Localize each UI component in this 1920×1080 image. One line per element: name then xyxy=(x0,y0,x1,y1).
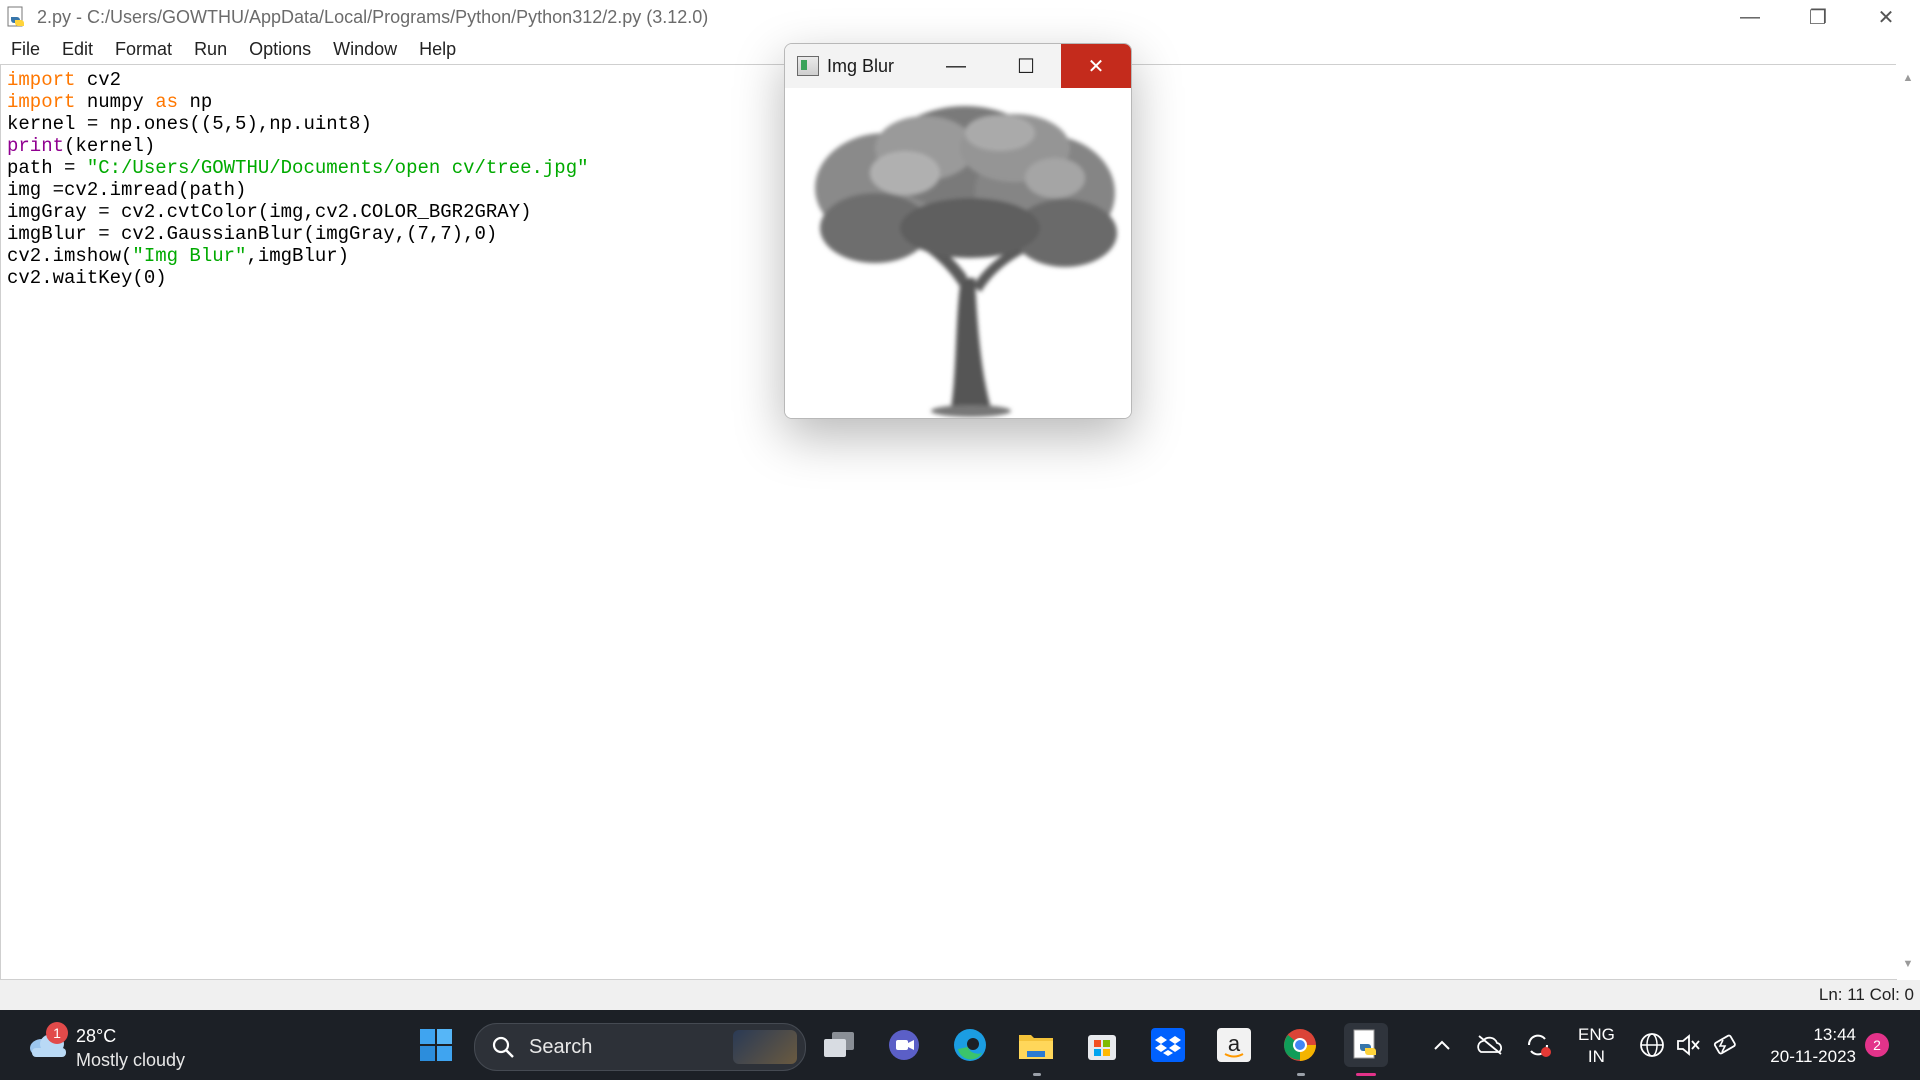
search-icon xyxy=(491,1035,515,1064)
notification-badge[interactable]: 2 xyxy=(1865,1033,1889,1057)
code-token: path = xyxy=(7,157,87,179)
clock-time: 13:44 xyxy=(1813,1025,1856,1044)
menu-options[interactable]: Options xyxy=(238,39,322,60)
start-icon[interactable] xyxy=(414,1023,458,1067)
vertical-scrollbar[interactable]: ▲ ▼ xyxy=(1896,64,1920,978)
region-code: IN xyxy=(1587,1047,1605,1066)
code-token: np xyxy=(178,91,213,113)
string-literal: "C:/Users/GOWTHU/Documents/open cv/tree.… xyxy=(86,157,589,179)
blurred-tree-image xyxy=(785,88,1131,418)
code-line: imgBlur = cv2.GaussianBlur(imgGray,(7,7)… xyxy=(7,223,498,245)
popup-maximize-button[interactable]: ☐ xyxy=(991,44,1061,88)
code-text[interactable]: import cv2 import numpy as np kernel = n… xyxy=(7,69,589,289)
scroll-down-icon[interactable]: ▼ xyxy=(1902,958,1914,970)
code-token: ,imgBlur) xyxy=(246,245,350,267)
taskbar-search[interactable]: Search xyxy=(474,1023,806,1071)
taskbar: 1 28°C Mostly cloudy Search a ENG IN 13:… xyxy=(0,1010,1920,1080)
code-token: numpy xyxy=(75,91,156,113)
status-bar: Ln: 11 Col: 0 xyxy=(0,980,1920,1010)
onedrive-icon[interactable] xyxy=(1468,1023,1512,1067)
popup-titlebar[interactable]: Img Blur — ☐ ✕ xyxy=(785,44,1131,88)
menu-run[interactable]: Run xyxy=(183,39,238,60)
python-idle-icon[interactable] xyxy=(1344,1023,1388,1067)
active-indicator xyxy=(1356,1073,1376,1076)
language-indicator[interactable]: ENG IN xyxy=(1578,1024,1615,1068)
code-token: cv2.imshow( xyxy=(7,245,133,267)
code-token: (kernel) xyxy=(64,135,156,157)
restore-button[interactable]: ❐ xyxy=(1784,0,1852,34)
window-app-icon xyxy=(797,56,819,76)
code-token: cv2 xyxy=(75,69,122,91)
menu-help[interactable]: Help xyxy=(408,39,467,60)
code-line: imgGray = cv2.cvtColor(img,cv2.COLOR_BGR… xyxy=(7,201,532,223)
keyword: as xyxy=(155,91,179,113)
edge-icon[interactable] xyxy=(948,1023,992,1067)
img-blur-window[interactable]: Img Blur — ☐ ✕ xyxy=(784,43,1132,419)
search-highlight-image xyxy=(733,1030,797,1064)
chevron-up-icon[interactable] xyxy=(1420,1023,1464,1067)
popup-close-button[interactable]: ✕ xyxy=(1061,44,1131,88)
window-title: 2.py - C:/Users/GOWTHU/AppData/Local/Pro… xyxy=(37,6,709,27)
minimize-button[interactable]: — xyxy=(1716,0,1784,34)
running-indicator xyxy=(1033,1073,1041,1076)
search-label: Search xyxy=(529,1036,593,1058)
weather-temp: 28°C xyxy=(76,1026,117,1046)
menu-edit[interactable]: Edit xyxy=(51,39,104,60)
store-icon[interactable] xyxy=(1080,1023,1124,1067)
file-explorer-icon[interactable] xyxy=(1014,1023,1058,1067)
clock-date: 20-11-2023 xyxy=(1770,1047,1856,1066)
string-literal: "Img Blur" xyxy=(132,245,247,267)
scroll-up-icon[interactable]: ▲ xyxy=(1902,72,1914,84)
builtin: print xyxy=(7,135,65,157)
window-titlebar: 2.py - C:/Users/GOWTHU/AppData/Local/Pro… xyxy=(0,0,1920,34)
amazon-icon[interactable]: a xyxy=(1212,1023,1256,1067)
close-button[interactable]: ✕ xyxy=(1852,0,1920,34)
cursor-position: Ln: 11 Col: 0 xyxy=(1818,985,1914,1004)
code-line: img =cv2.imread(path) xyxy=(7,179,247,201)
language-code: ENG xyxy=(1578,1025,1615,1044)
chrome-icon[interactable] xyxy=(1278,1023,1322,1067)
sync-icon[interactable] xyxy=(1516,1023,1560,1067)
code-line: cv2.waitKey(0) xyxy=(7,267,167,289)
taskbar-clock[interactable]: 13:44 20-11-2023 xyxy=(1760,1024,1856,1068)
menu-window[interactable]: Window xyxy=(322,39,408,60)
keyword: import xyxy=(7,69,76,91)
menu-format[interactable]: Format xyxy=(104,39,183,60)
task-view-icon[interactable] xyxy=(817,1023,861,1067)
popup-title: Img Blur xyxy=(827,55,895,76)
weather-desc: Mostly cloudy xyxy=(76,1050,186,1070)
popup-minimize-button[interactable]: — xyxy=(921,44,991,88)
weather-badge: 1 xyxy=(46,1022,68,1044)
code-line: kernel = np.ones((5,5),np.uint8) xyxy=(7,113,372,135)
dropbox-icon[interactable] xyxy=(1146,1023,1190,1067)
running-indicator xyxy=(1297,1073,1305,1076)
python-file-icon xyxy=(5,5,29,29)
teams-icon[interactable] xyxy=(882,1023,926,1067)
svg-text:a: a xyxy=(1228,1031,1241,1056)
battery-charging-icon[interactable] xyxy=(1702,1023,1746,1067)
menu-file[interactable]: File xyxy=(0,39,51,60)
keyword: import xyxy=(7,91,76,113)
weather-widget[interactable]: 1 28°C Mostly cloudy xyxy=(26,1020,226,1070)
